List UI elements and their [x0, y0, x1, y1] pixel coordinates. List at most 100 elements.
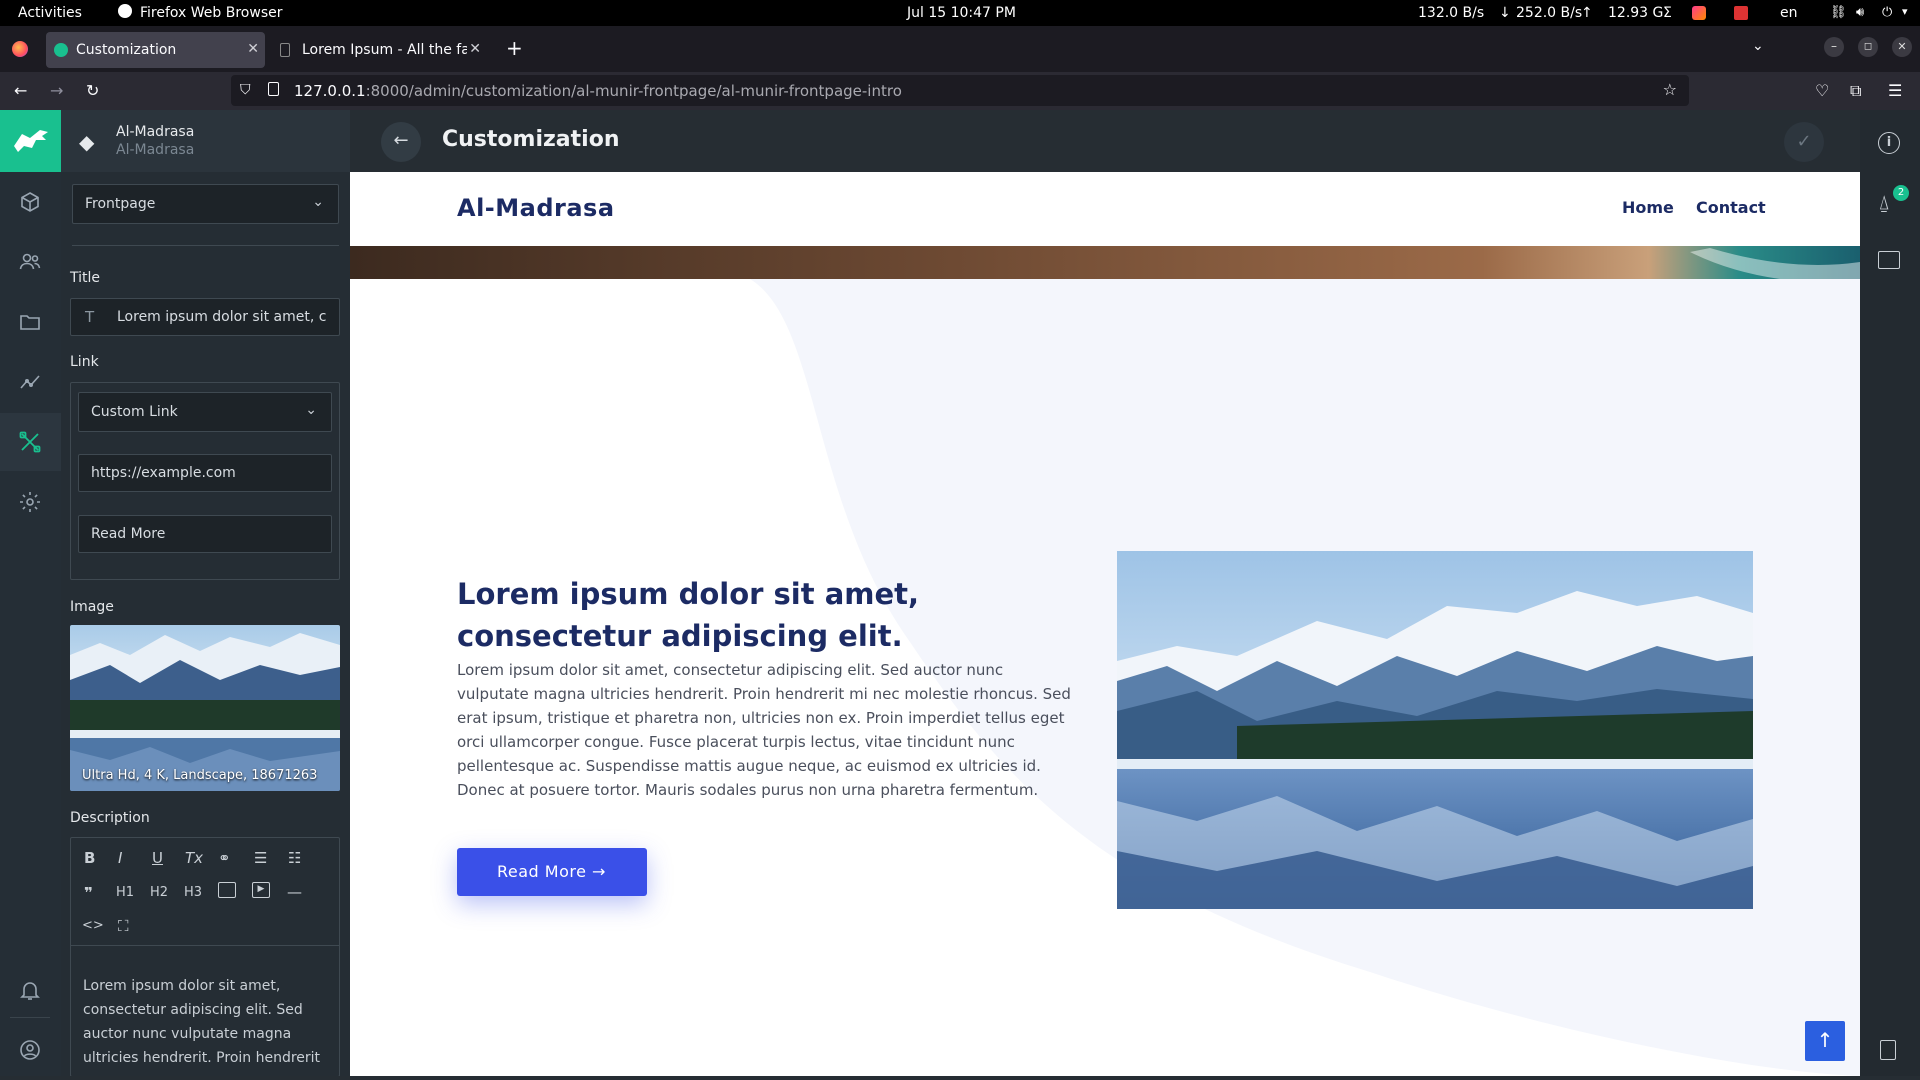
- page-icon[interactable]: [268, 82, 279, 96]
- code-icon[interactable]: <>: [82, 918, 104, 933]
- quote-icon[interactable]: ❞: [84, 884, 93, 902]
- gear-icon[interactable]: [18, 490, 42, 514]
- keyboard-language[interactable]: en: [1780, 5, 1798, 21]
- image-icon[interactable]: [218, 882, 236, 898]
- volume-icon[interactable]: 🔊︎: [1856, 5, 1864, 20]
- back-button[interactable]: ←: [381, 122, 421, 162]
- new-tab-icon[interactable]: +: [506, 36, 523, 60]
- net-down-speed: 132.0 B/s: [1418, 5, 1485, 21]
- folder-icon[interactable]: [18, 310, 42, 334]
- tray-app-icon[interactable]: [1692, 6, 1706, 20]
- close-icon[interactable]: ✕: [247, 41, 259, 57]
- image-picker[interactable]: Ultra Hd, 4 K, Landscape, 18671263: [70, 625, 340, 791]
- bell-icon[interactable]: [18, 978, 42, 1002]
- read-more-button[interactable]: Read More →: [457, 848, 647, 896]
- tab-favicon: [54, 43, 68, 57]
- tab-label: Lorem Ipsum - All the fac: [302, 42, 467, 58]
- preview-brand[interactable]: Al-Madrasa: [457, 194, 615, 222]
- horizontal-rule-icon[interactable]: —: [287, 883, 302, 901]
- clipboard-icon[interactable]: [1880, 1040, 1896, 1060]
- notification-icon[interactable]: ⍙: [1878, 190, 1890, 214]
- italic-icon[interactable]: I: [118, 849, 122, 867]
- bookmark-star-icon[interactable]: ☆: [1663, 80, 1677, 99]
- comment-icon[interactable]: [1878, 251, 1900, 269]
- link-text-input[interactable]: Read More: [78, 515, 332, 553]
- clear-format-icon[interactable]: Tx: [185, 849, 203, 867]
- h2-icon[interactable]: H2: [150, 885, 168, 900]
- video-icon[interactable]: ▶: [252, 882, 270, 898]
- image-caption: Ultra Hd, 4 K, Landscape, 18671263: [82, 768, 318, 783]
- url-bar[interactable]: ⛉ 127.0.0.1:8000/admin/customization/al-…: [231, 75, 1689, 106]
- menu-icon[interactable]: ☰: [1888, 81, 1902, 100]
- admin-app: ◆ Al-Madrasa Al-Madrasa Frontpage ⌄ Titl…: [0, 110, 1920, 1080]
- chevron-down-icon[interactable]: ⌄: [305, 402, 317, 418]
- site-subtitle: Al-Madrasa: [116, 142, 195, 158]
- title-input[interactable]: T Lorem ipsum dolor sit amet, cons: [70, 298, 340, 336]
- read-more-label: Read More →: [497, 862, 606, 881]
- logo-tile[interactable]: [0, 110, 61, 172]
- network-icon[interactable]: ⛓: [1830, 5, 1847, 20]
- nav-contact-link[interactable]: Contact: [1696, 198, 1766, 217]
- box-icon[interactable]: [18, 190, 42, 214]
- list-tabs-chevron-icon[interactable]: ⌄: [1752, 38, 1764, 54]
- browser-nav-bar: ← → ↻ ⛉ 127.0.0.1:8000/admin/customizati…: [0, 72, 1920, 110]
- maximize-icon[interactable]: ◻: [1858, 37, 1878, 57]
- insights-icon[interactable]: [18, 370, 42, 394]
- pocket-icon[interactable]: ♡: [1815, 81, 1829, 100]
- nav-home-link[interactable]: Home: [1622, 198, 1674, 217]
- minimize-icon[interactable]: –: [1824, 37, 1844, 57]
- save-check-button[interactable]: ✓: [1784, 122, 1824, 162]
- window-close-icon[interactable]: ✕: [1892, 37, 1912, 57]
- link-type-select[interactable]: Custom Link ⌄: [78, 392, 332, 432]
- site-switcher[interactable]: ◆ Al-Madrasa Al-Madrasa: [61, 110, 350, 172]
- fullscreen-icon[interactable]: ⛶: [118, 917, 129, 935]
- intro-image: [1117, 551, 1753, 909]
- account-icon[interactable]: [18, 1038, 42, 1062]
- system-top-bar: Activities Firefox Web Browser Jul 15 10…: [0, 0, 1920, 26]
- bullet-list-icon[interactable]: ☰: [254, 849, 267, 867]
- extensions-icon[interactable]: ⧉: [1850, 81, 1861, 101]
- users-icon[interactable]: [18, 250, 42, 274]
- text-type-icon: T: [85, 308, 95, 326]
- back-arrow-icon[interactable]: ←: [14, 81, 27, 100]
- clock[interactable]: Jul 15 10:47 PM: [907, 5, 1016, 21]
- editor-toolbar: B I U Tx ⚭ ☰ ☷ ❞ H1 H2 H3 ▶ — <> ⛶: [70, 837, 340, 946]
- tab-label: Customization: [76, 42, 177, 58]
- forward-arrow-icon[interactable]: →: [50, 81, 63, 100]
- activities-button[interactable]: Activities: [18, 5, 82, 21]
- icon-rail: [0, 110, 61, 1076]
- numbered-list-icon[interactable]: ☷: [288, 849, 301, 867]
- tray-app-icon-2[interactable]: [1734, 6, 1748, 20]
- shield-icon[interactable]: ⛉: [240, 82, 251, 98]
- customization-tools-icon[interactable]: [18, 430, 42, 454]
- link-type-value: Custom Link: [91, 404, 178, 420]
- url-text[interactable]: 127.0.0.1:8000/admin/customization/al-mu…: [294, 82, 902, 100]
- chevron-down-icon[interactable]: ▾: [1902, 5, 1908, 18]
- tab-lorem-ipsum[interactable]: Lorem Ipsum - All the fac ✕: [272, 32, 487, 68]
- section-select[interactable]: Frontpage ⌄: [72, 184, 339, 224]
- h3-icon[interactable]: H3: [184, 885, 202, 900]
- underline-icon[interactable]: U: [152, 849, 163, 867]
- bold-icon[interactable]: B: [84, 849, 95, 867]
- close-icon[interactable]: ✕: [469, 41, 481, 57]
- app-menu-label[interactable]: Firefox Web Browser: [140, 5, 283, 21]
- info-icon[interactable]: i: [1878, 132, 1900, 154]
- intro-body: Lorem ipsum dolor sit amet, consectetur …: [457, 661, 1071, 799]
- title-label: Title: [70, 270, 101, 286]
- tab-customization[interactable]: Customization ✕: [46, 32, 265, 68]
- h1-icon[interactable]: H1: [116, 885, 134, 900]
- site-name: Al-Madrasa: [116, 124, 195, 140]
- reload-icon[interactable]: ↻: [86, 81, 99, 100]
- scroll-to-top-button[interactable]: ↑: [1805, 1021, 1845, 1061]
- mountain-lake-image: [1117, 551, 1753, 909]
- link-url-input[interactable]: https://example.com: [78, 454, 332, 492]
- firefox-icon[interactable]: [12, 41, 28, 57]
- link-url-value: https://example.com: [91, 465, 236, 481]
- power-icon[interactable]: ⏻: [1882, 5, 1892, 20]
- sigma-icon: Σ: [1663, 5, 1672, 21]
- description-text[interactable]: Lorem ipsum dolor sit amet, consectetur …: [83, 974, 323, 1070]
- chevron-down-icon[interactable]: ⌄: [312, 194, 324, 210]
- link-icon[interactable]: ⚭: [218, 849, 231, 867]
- deer-logo-icon: [14, 130, 48, 152]
- link-text-value: Read More: [91, 526, 166, 542]
